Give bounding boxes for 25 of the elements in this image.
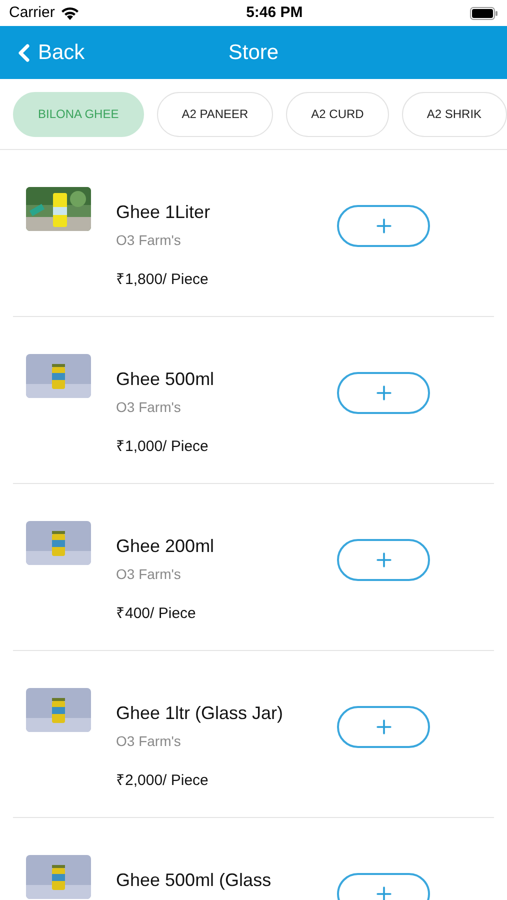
brand-name: O3 Farm's — [116, 732, 182, 751]
carrier-label: Carrier — [9, 2, 55, 23]
product-name: Ghee 1Liter — [116, 201, 212, 224]
product-name: Ghee 500ml — [116, 368, 216, 391]
category-tab[interactable]: A2 CURD — [286, 92, 389, 136]
clock-time: 5:46 PM — [246, 2, 303, 23]
add-button[interactable] — [337, 706, 430, 748]
add-button[interactable] — [337, 539, 430, 581]
wifi-icon — [60, 6, 79, 20]
product-price: ₹1,800/ Piece — [116, 270, 210, 290]
product-name: Ghee 500ml (Glass — [116, 869, 272, 892]
page-title: Store — [228, 40, 279, 66]
product-name: Ghee 1ltr (Glass Jar) — [116, 702, 284, 725]
category-tab[interactable]: A2 PANEER — [156, 92, 274, 136]
brand-name: O3 Farm's — [116, 565, 182, 584]
brand-name: O3 Farm's — [116, 398, 182, 417]
product-price: ₹400/ Piece — [116, 604, 197, 624]
add-button[interactable] — [337, 205, 430, 247]
product-price: ₹2,000/ Piece — [116, 771, 210, 791]
category-tab[interactable]: A2 SHRIK — [402, 92, 507, 136]
product-name: Ghee 200ml — [116, 535, 216, 558]
battery-icon — [470, 6, 498, 20]
add-button[interactable] — [337, 372, 430, 414]
product-price: ₹1,000/ Piece — [116, 437, 210, 457]
brand-name: O3 Farm's — [116, 231, 182, 250]
